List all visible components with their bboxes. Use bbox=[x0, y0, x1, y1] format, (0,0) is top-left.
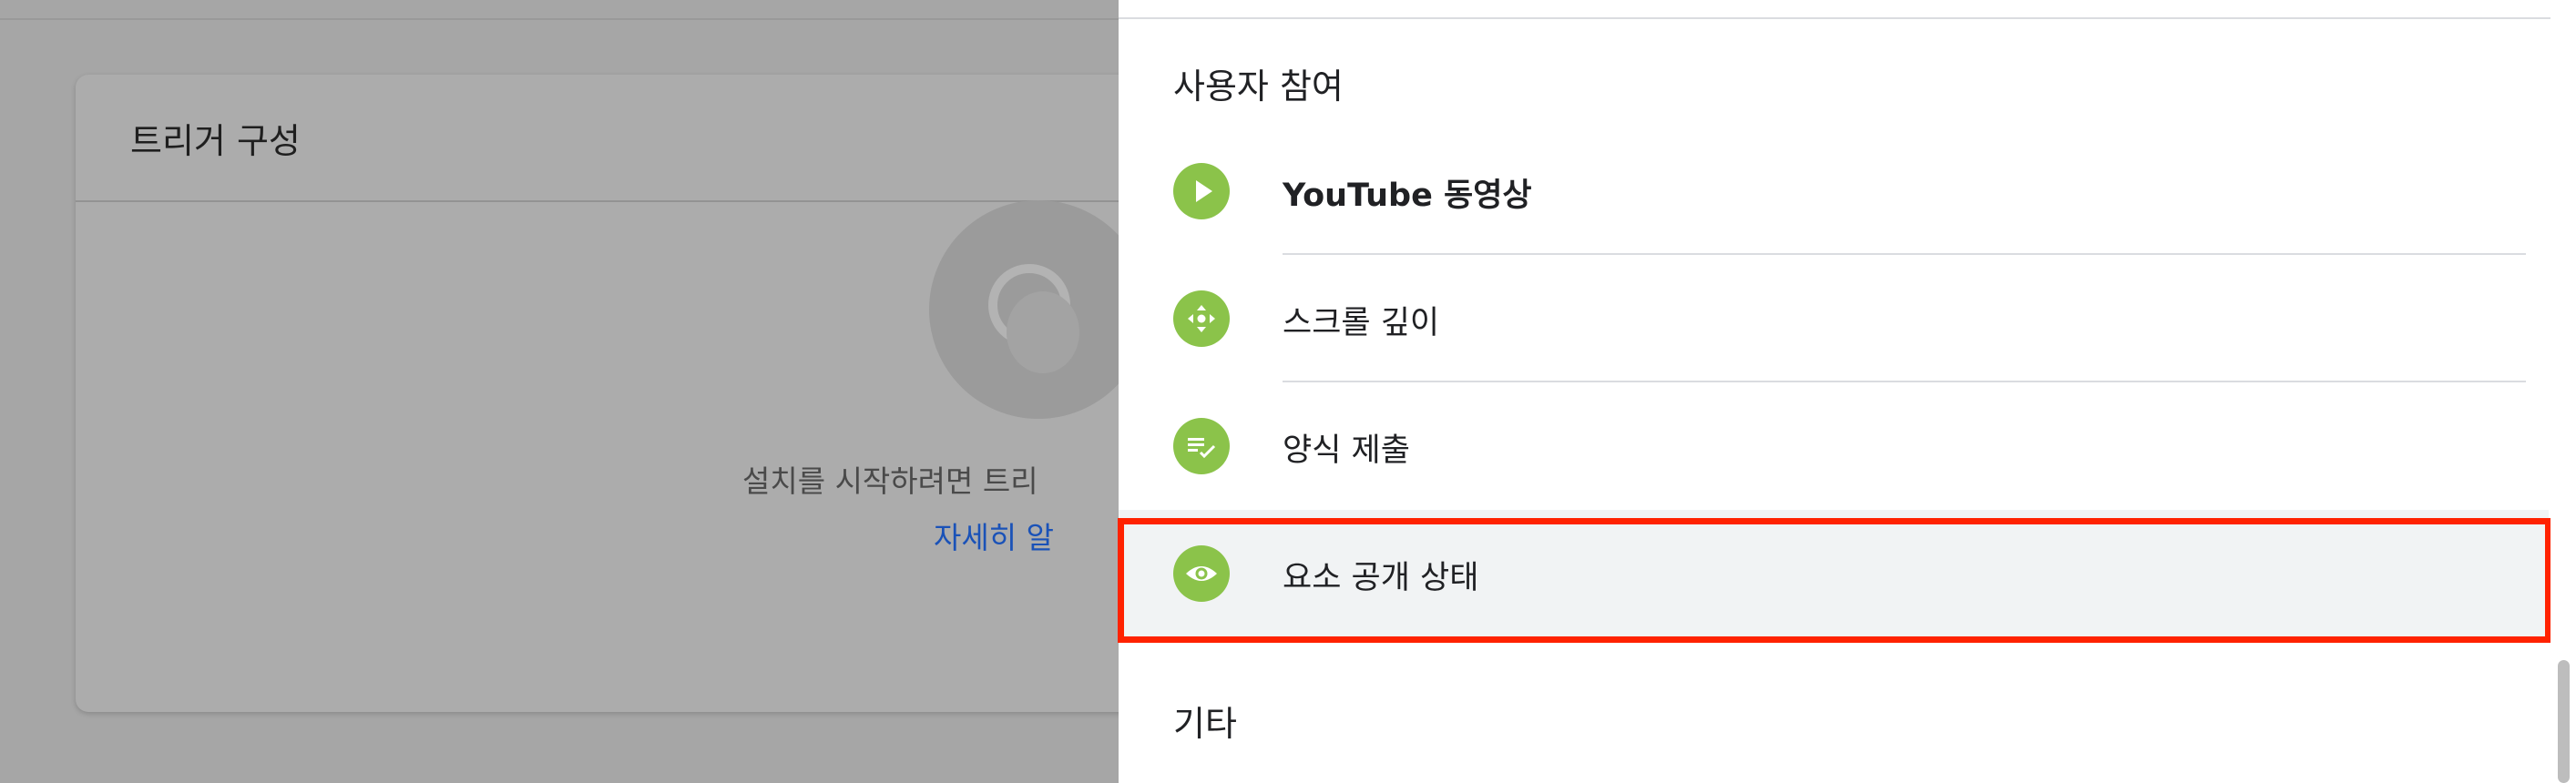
trigger-item-label: 스크롤 깊이 bbox=[1283, 305, 1440, 341]
card-divider bbox=[76, 200, 1260, 202]
trigger-type-panel: 사용자 참여 YouTube 동영상 스크롤 깊이 양식 제출 요소 공개 상태… bbox=[1119, 0, 2576, 783]
checklist-icon bbox=[1173, 418, 1230, 474]
trigger-item-youtube-video[interactable]: YouTube 동영상 bbox=[1119, 127, 2549, 255]
trigger-placeholder-shape bbox=[1007, 291, 1079, 373]
panel-top-divider bbox=[1119, 17, 2576, 19]
section-title-other: 기타 bbox=[1173, 704, 1237, 744]
trigger-item-form-submission[interactable]: 양식 제출 bbox=[1119, 382, 2549, 510]
learn-more-link[interactable]: 자세히 알 bbox=[934, 514, 1054, 557]
move-arrows-icon bbox=[1173, 290, 1230, 347]
trigger-item-label: 양식 제출 bbox=[1283, 432, 1410, 469]
card-title: 트리거 구성 bbox=[130, 121, 301, 161]
trigger-item-scroll-depth[interactable]: 스크롤 깊이 bbox=[1119, 255, 2549, 382]
scrollbar-thumb[interactable] bbox=[2558, 660, 2570, 783]
background-header-divider bbox=[0, 0, 1119, 20]
trigger-item-label: 요소 공개 상태 bbox=[1283, 560, 1479, 596]
eye-icon bbox=[1173, 545, 1230, 602]
section-title-user-engagement: 사용자 참여 bbox=[1173, 66, 1344, 107]
trigger-item-label: YouTube 동영상 bbox=[1283, 178, 1532, 214]
trigger-item-element-visibility[interactable]: 요소 공개 상태 bbox=[1119, 510, 2549, 637]
card-description: 설치를 시작하려면 트리 bbox=[742, 463, 1038, 499]
play-icon bbox=[1173, 163, 1230, 219]
